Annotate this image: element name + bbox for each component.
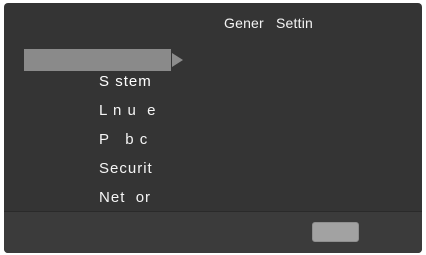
settings-screen: Gener Settin S stem L n u e P b c Securi… (4, 3, 422, 253)
menu-item-system[interactable]: S stem (24, 49, 183, 90)
menu-item-playback[interactable]: P b c (24, 107, 224, 148)
page-title: Gener Settin (224, 15, 313, 31)
menu-item-security[interactable]: Securit (24, 136, 224, 177)
menu-item-network[interactable]: Net or (24, 165, 224, 206)
menu-item-language[interactable]: L n u e (24, 78, 224, 119)
triangle-right-icon (172, 53, 183, 67)
menu-item-label: Net or (99, 189, 152, 206)
confirm-button[interactable] (312, 222, 359, 242)
settings-menu: S stem L n u e P b c Securit Net or (24, 49, 224, 206)
bottom-bar (4, 211, 422, 253)
